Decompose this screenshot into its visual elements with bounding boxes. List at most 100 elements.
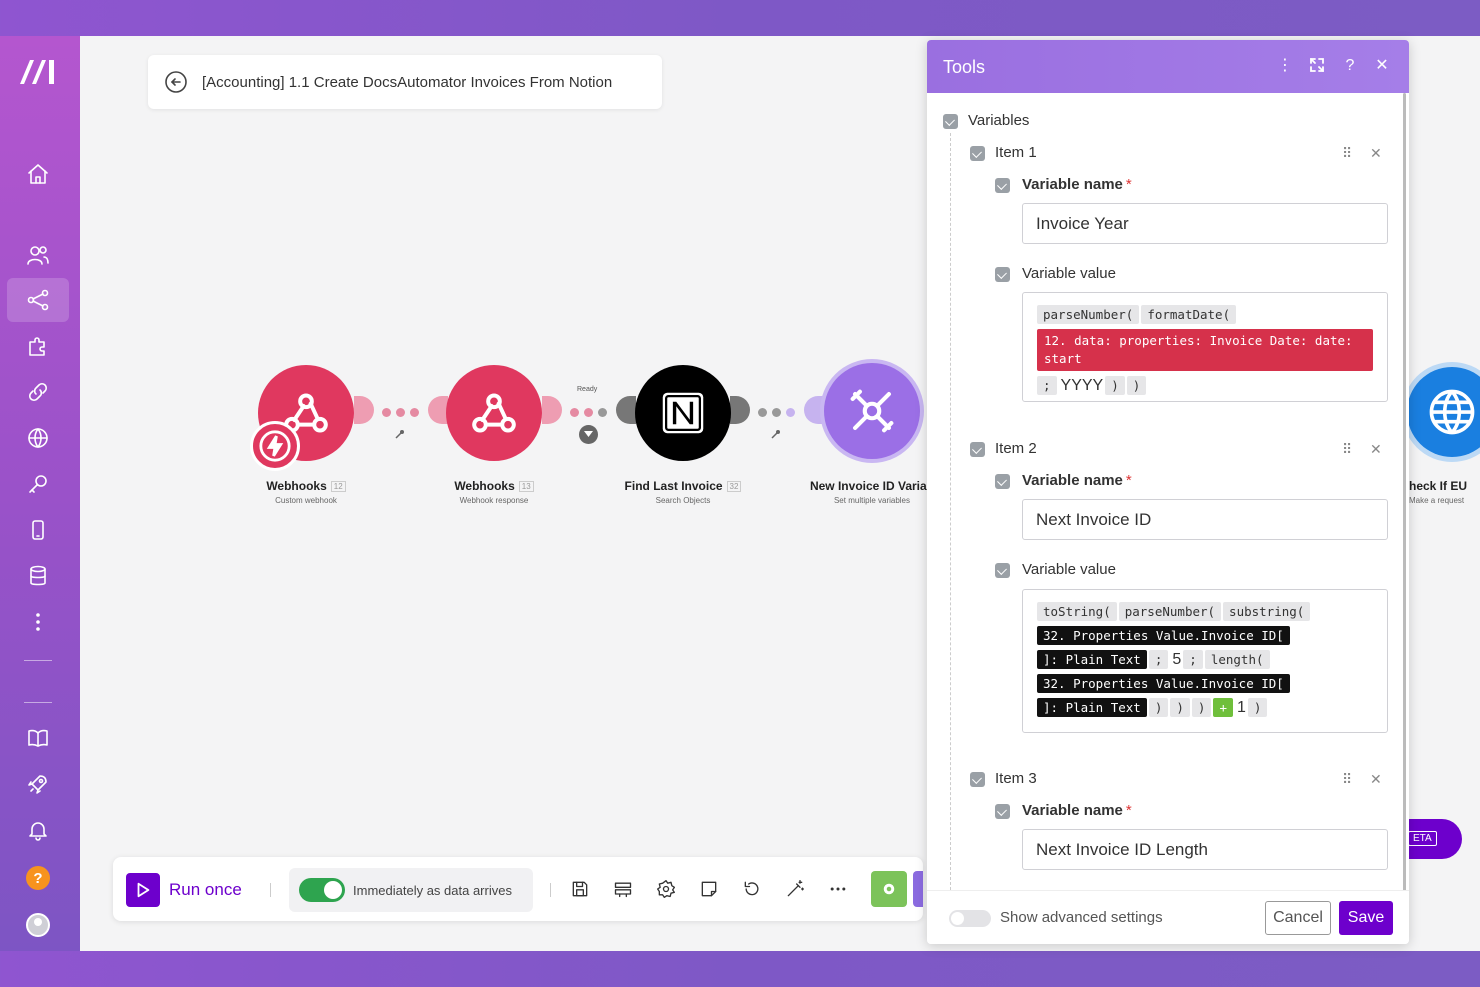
function-chip[interactable]: substring( (1223, 602, 1311, 621)
close-paren-chip[interactable]: ) (1148, 698, 1169, 717)
notifications-bell-icon[interactable] (7, 808, 69, 852)
drag-handle-icon[interactable]: ⠿ (1342, 771, 1352, 788)
field-checkbox[interactable] (995, 563, 1010, 578)
module-id-badge: 13 (518, 481, 534, 493)
module-name: New Invoice ID Variab (809, 479, 935, 493)
item-checkbox[interactable] (970, 146, 985, 161)
drag-handle-icon[interactable]: ⠿ (1342, 145, 1352, 162)
instant-trigger-bolt-icon (250, 421, 300, 471)
avatar[interactable] (26, 913, 50, 937)
mapped-variable-chip[interactable]: ]: Plain Text (1037, 650, 1147, 669)
webhook-icon[interactable] (446, 365, 542, 461)
help-icon[interactable]: ? (26, 866, 50, 890)
toolbar-separator (270, 883, 271, 897)
wrench-icon[interactable] (394, 428, 406, 440)
advanced-settings-toggle[interactable] (949, 910, 991, 927)
panel-title: Tools (943, 57, 986, 77)
remove-item-icon[interactable]: ✕ (1370, 771, 1382, 788)
save-button[interactable]: Save (1339, 901, 1393, 935)
tools-gear-button[interactable] (871, 871, 907, 907)
remove-item-icon[interactable]: ✕ (1370, 441, 1382, 458)
close-paren-chip[interactable]: ) (1247, 698, 1268, 717)
run-once-button[interactable] (126, 873, 160, 907)
remove-item-icon[interactable]: ✕ (1370, 145, 1382, 162)
separator-chip[interactable]: ; (1183, 650, 1203, 669)
keys-icon[interactable] (7, 462, 69, 506)
more-vertical-icon[interactable] (7, 600, 69, 644)
run-once-label[interactable]: Run once (169, 880, 242, 900)
separator-chip[interactable]: ; (1037, 376, 1057, 395)
module-subtitle: Make a request (1409, 496, 1465, 505)
function-chip[interactable]: length( (1204, 650, 1270, 669)
magic-wand-icon[interactable] (785, 879, 805, 899)
more-horizontal-icon[interactable] (828, 879, 848, 899)
data-stores-icon[interactable] (7, 554, 69, 598)
tools-wrench-icon[interactable] (824, 363, 920, 459)
save-disk-icon[interactable] (570, 879, 590, 899)
panel-footer: Show advanced settings Cancel Save (927, 890, 1409, 944)
item-checkbox[interactable] (970, 772, 985, 787)
wrench-icon[interactable] (770, 428, 782, 440)
mapped-variable-chip[interactable]: ]: Plain Text (1037, 698, 1147, 717)
maximize-icon[interactable] (1308, 57, 1326, 75)
variables-section-label: Variables (968, 112, 1030, 129)
panel-scrollbar[interactable] (1403, 93, 1406, 893)
scenario-title[interactable]: [Accounting] 1.1 Create DocsAutomator In… (202, 74, 612, 91)
apps-puzzle-icon[interactable] (7, 324, 69, 368)
cancel-button[interactable]: Cancel (1265, 901, 1331, 935)
drag-handle-icon[interactable]: ⠿ (1342, 441, 1352, 458)
sidebar: ? (0, 36, 80, 951)
variable-name-input[interactable]: Next Invoice ID Length (1022, 829, 1388, 870)
align-layout-icon[interactable] (613, 879, 633, 899)
close-paren-chip[interactable]: ) (1170, 698, 1190, 717)
variable-value-editor[interactable]: toString(parseNumber(substring( 32. Prop… (1022, 589, 1388, 733)
docs-book-icon[interactable] (7, 716, 69, 760)
devices-phone-icon[interactable] (7, 508, 69, 552)
advanced-settings-label[interactable]: Show advanced settings (1000, 909, 1163, 926)
home-icon[interactable] (7, 152, 69, 196)
operator-chip[interactable]: + (1213, 698, 1233, 717)
field-checkbox[interactable] (995, 474, 1010, 489)
close-paren-chip[interactable]: ) (1191, 698, 1212, 717)
variable-value-editor[interactable]: parseNumber(formatDate( 12. data: proper… (1022, 292, 1388, 402)
back-arrow-icon[interactable] (164, 70, 188, 94)
undo-icon[interactable] (742, 879, 762, 899)
function-chip[interactable]: parseNumber( (1118, 602, 1222, 621)
team-icon[interactable] (7, 233, 69, 277)
field-checkbox[interactable] (995, 178, 1010, 193)
webhooks-globe-icon[interactable] (7, 416, 69, 460)
scheduling-label: Immediately as data arrives (353, 883, 512, 898)
separator-chip[interactable]: ; (1148, 650, 1169, 669)
filter-funnel-icon[interactable] (579, 425, 598, 444)
close-icon[interactable]: ✕ (1373, 57, 1391, 75)
notion-icon[interactable] (635, 365, 731, 461)
variable-name-input[interactable]: Next Invoice ID (1022, 499, 1388, 540)
rocket-icon[interactable] (7, 762, 69, 806)
connections-link-icon[interactable] (7, 370, 69, 414)
section-checkbox[interactable] (943, 114, 958, 129)
extra-tool-button[interactable] (913, 871, 923, 907)
bottom-toolbar: Run once Immediately as data arrives (113, 857, 923, 921)
function-chip[interactable]: parseNumber( (1037, 305, 1140, 324)
scenarios-icon[interactable] (7, 278, 69, 322)
field-checkbox[interactable] (995, 267, 1010, 282)
beta-badge[interactable]: ETA (1402, 819, 1462, 859)
notes-icon[interactable] (699, 879, 719, 899)
close-paren-chip[interactable]: ) (1105, 376, 1125, 395)
variable-name-input[interactable]: Invoice Year (1022, 203, 1388, 244)
close-paren-chip[interactable]: ) (1126, 376, 1147, 395)
connector-dot (410, 408, 419, 417)
scheduling-control[interactable]: Immediately as data arrives (289, 868, 533, 912)
item-checkbox[interactable] (970, 442, 985, 457)
more-vertical-icon[interactable]: ⋮ (1276, 57, 1294, 75)
function-chip[interactable]: formatDate( (1141, 305, 1237, 324)
scheduling-toggle[interactable] (299, 878, 345, 902)
settings-gear-icon[interactable] (656, 879, 676, 899)
mapped-variable-chip[interactable]: 32. Properties Value.Invoice ID[ (1037, 626, 1290, 645)
help-question-icon[interactable]: ? (1341, 57, 1359, 75)
mapped-variable-chip[interactable]: 12. data: properties: Invoice Date: date… (1037, 329, 1373, 371)
mapped-variable-chip[interactable]: 32. Properties Value.Invoice ID[ (1037, 674, 1290, 693)
make-logo-icon[interactable] (18, 56, 60, 86)
field-checkbox[interactable] (995, 804, 1010, 819)
function-chip[interactable]: toString( (1037, 602, 1117, 621)
